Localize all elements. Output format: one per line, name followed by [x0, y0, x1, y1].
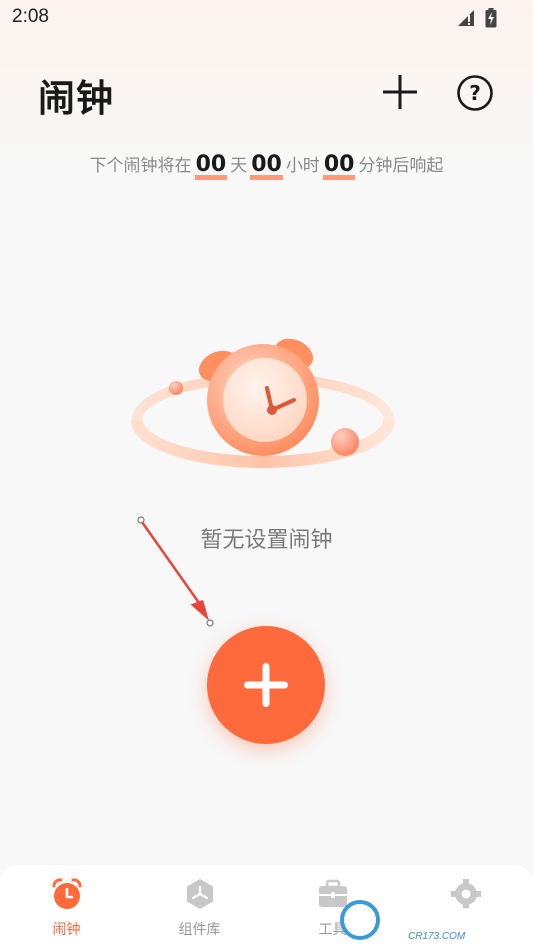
next-alarm-countdown: 下个闹钟将在 00 天 00 小时 00 分钟后响起	[0, 151, 533, 180]
empty-state-text: 暂无设置闹钟	[200, 528, 333, 553]
alarm-clock-icon	[51, 878, 82, 909]
nav-item-widgets[interactable]: 组件库	[133, 865, 266, 948]
plus-icon	[244, 663, 288, 707]
page-title: 闹钟	[38, 77, 114, 120]
cube-icon	[186, 879, 213, 909]
nav-item-alarm[interactable]: 闹钟	[0, 865, 133, 948]
create-alarm-fab[interactable]	[207, 626, 325, 744]
watermark-text: 西西软件园	[384, 906, 479, 929]
site-watermark: 西西软件园 CR173.COM	[340, 900, 479, 942]
svg-text:?: ?	[469, 81, 481, 105]
help-icon: ?	[457, 75, 493, 111]
nav-label-widgets: 组件库	[178, 922, 221, 938]
signal-icon	[458, 10, 474, 26]
watermark-subtext: CR173.COM	[408, 931, 466, 942]
status-icons	[457, 8, 497, 28]
status-bar: 2:08	[0, 0, 533, 36]
countdown-minutes: 00	[322, 154, 356, 180]
annotation-arrow	[137, 516, 214, 627]
nav-label-alarm: 闹钟	[52, 922, 81, 938]
battery-icon	[485, 8, 497, 28]
countdown-hours: 00	[250, 154, 283, 180]
countdown-days: 00	[194, 154, 228, 180]
status-time: 2:08	[12, 6, 49, 27]
alarm-clock-illustration	[131, 338, 395, 468]
countdown-minutes-unit: 分钟后响起	[358, 156, 444, 176]
add-alarm-button[interactable]	[380, 72, 420, 112]
countdown-days-unit: 天	[230, 156, 248, 176]
countdown-prefix: 下个闹钟将在	[89, 156, 192, 176]
countdown-hours-unit: 小时	[285, 156, 320, 176]
help-button[interactable]: ?	[456, 74, 494, 112]
plus-icon	[383, 75, 417, 109]
